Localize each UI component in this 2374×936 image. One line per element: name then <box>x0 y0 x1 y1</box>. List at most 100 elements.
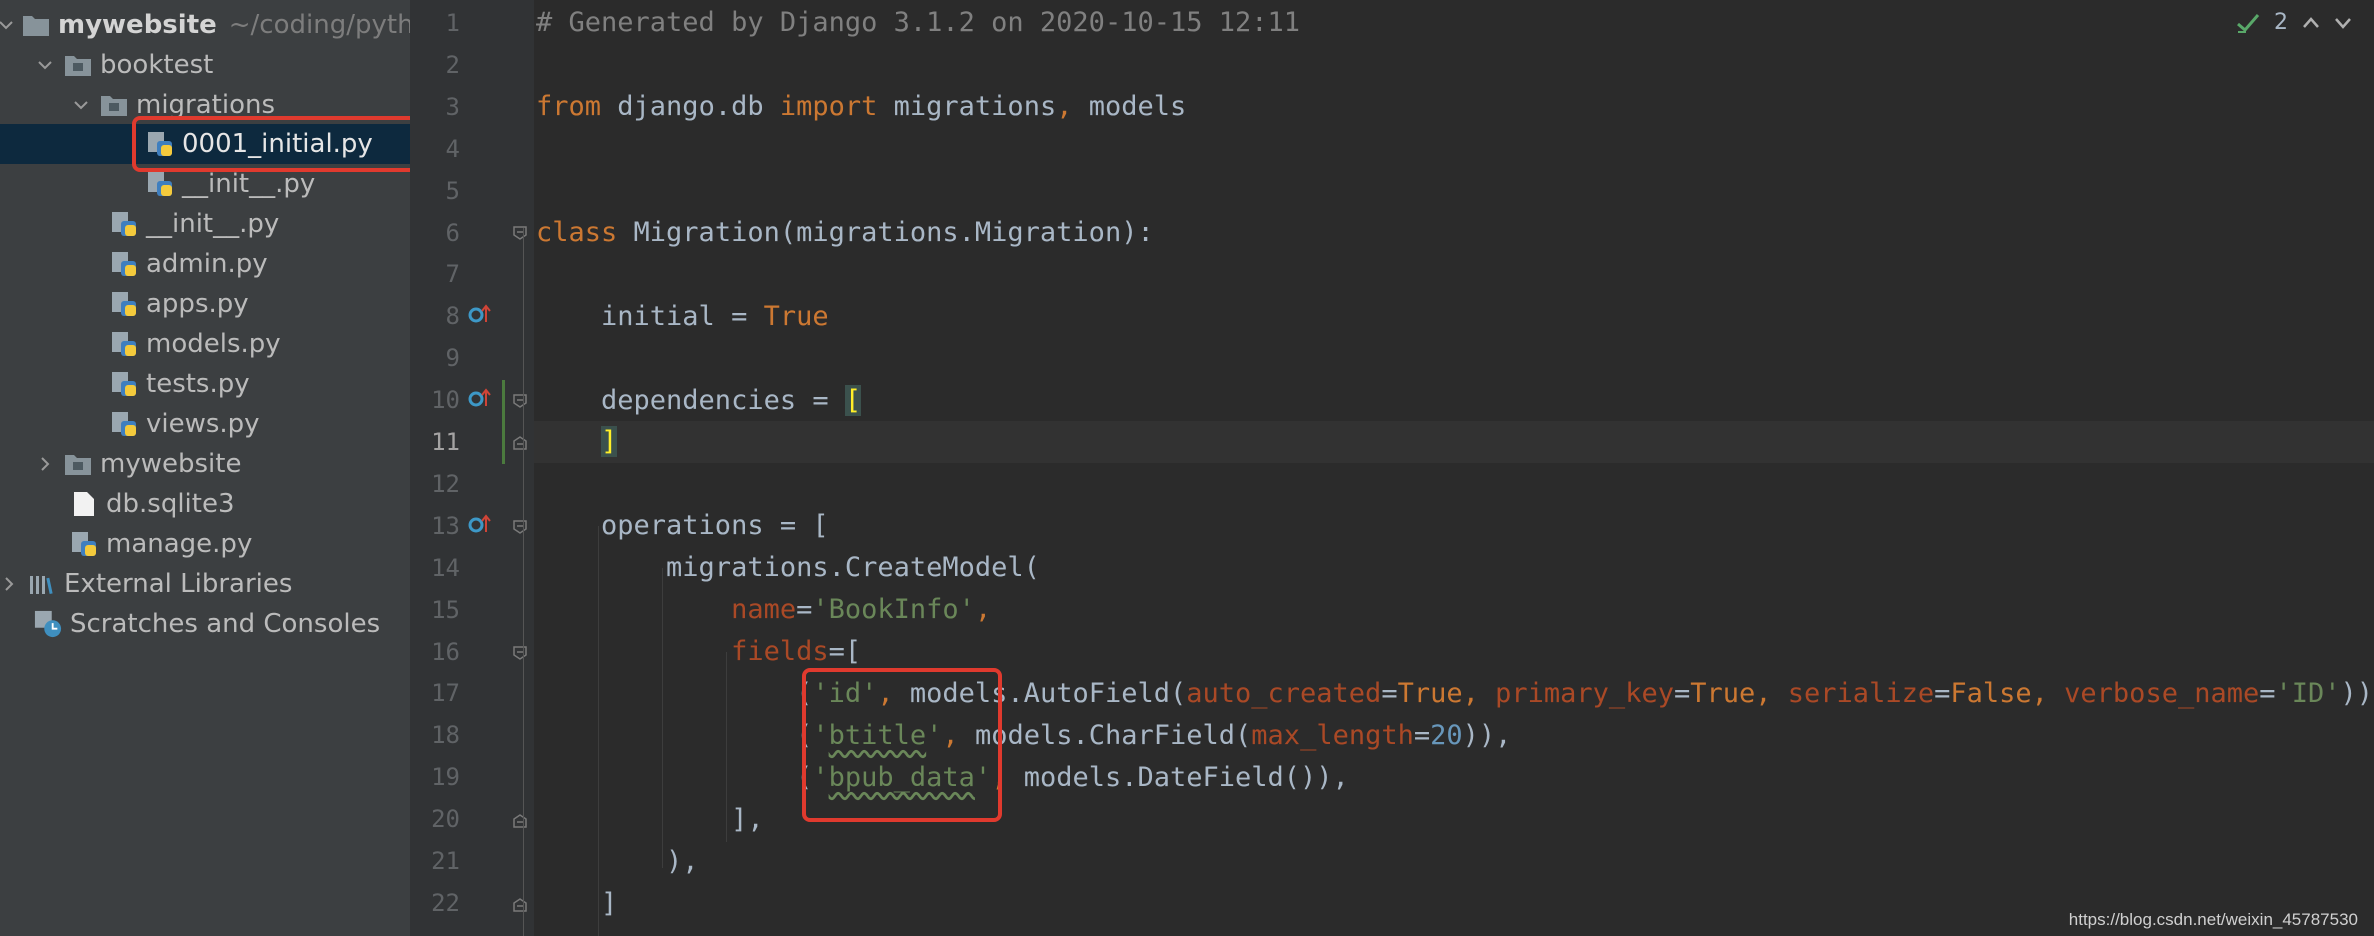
line-number[interactable]: 11 <box>410 421 460 463</box>
line-number[interactable]: 5 <box>410 170 460 212</box>
code-line-8: initial = True <box>536 296 829 338</box>
fold-marker-icon[interactable] <box>513 646 527 660</box>
line-number[interactable]: 9 <box>410 337 460 379</box>
code-line-16: fields=[ <box>536 631 861 673</box>
line-number[interactable]: 4 <box>410 128 460 170</box>
tree-item-external-libraries[interactable]: External Libraries <box>0 564 410 604</box>
chevron-right-icon[interactable] <box>0 573 20 595</box>
code-editor[interactable]: # Generated by Django 3.1.2 on 2020-10-1… <box>534 0 2374 936</box>
editor-gutter: 1 2 3 4 5 6 7 8 9 10 11 12 13 14 15 16 17 18 19 20 21 22 <box>410 0 534 936</box>
line-number[interactable]: 18 <box>410 714 460 756</box>
line-number[interactable]: 14 <box>410 547 460 589</box>
punctuation: , <box>2031 678 2048 709</box>
python-file-icon <box>110 410 138 438</box>
tree-item-db-sqlite3[interactable]: db.sqlite3 <box>0 484 410 524</box>
line-number[interactable]: 17 <box>410 672 460 714</box>
tree-item-label: mywebsite <box>100 449 242 479</box>
keyword: import <box>779 91 878 122</box>
param-name: fields <box>731 636 829 667</box>
keyword: from <box>536 91 602 122</box>
tree-item-scratches[interactable]: Scratches and Consoles <box>0 604 410 644</box>
line-number[interactable]: 8 <box>410 295 460 337</box>
keyword: True <box>763 301 829 332</box>
code-text: = <box>1413 720 1431 751</box>
tree-item-mywebsite-root[interactable]: mywebsite ~/coding/pyth <box>0 5 410 45</box>
param-name: verbose_name <box>2047 678 2260 709</box>
python-file-icon <box>110 210 138 238</box>
code-text: models.DateField()), <box>1007 762 1349 793</box>
keyword: class <box>536 217 618 248</box>
chevron-right-icon[interactable] <box>34 453 56 475</box>
param-name: auto_created <box>1186 678 1382 709</box>
tree-item-views[interactable]: views.py <box>0 404 410 444</box>
python-file-icon <box>110 370 138 398</box>
fold-end-marker-icon[interactable] <box>513 436 527 450</box>
code-line-6: class Migration(migrations.Migration): <box>536 212 1154 254</box>
line-number[interactable]: 3 <box>410 86 460 128</box>
line-number[interactable]: 2 <box>410 44 460 86</box>
fold-end-marker-icon[interactable] <box>513 898 527 912</box>
line-number[interactable]: 20 <box>410 798 460 840</box>
line-number[interactable]: 13 <box>410 505 460 547</box>
tree-item-label: admin.py <box>146 249 268 279</box>
code-line-21: ), <box>536 846 699 877</box>
line-number[interactable]: 12 <box>410 463 460 505</box>
chevron-down-icon[interactable] <box>2334 16 2352 30</box>
punctuation: , <box>1462 678 1479 709</box>
tree-item-manage[interactable]: manage.py <box>0 524 410 564</box>
python-file-icon <box>146 170 174 198</box>
tree-item-path-hint: ~/coding/pyth <box>228 10 410 40</box>
inspection-widget[interactable]: 2 <box>2236 10 2352 35</box>
fold-end-marker-icon[interactable] <box>513 814 527 828</box>
inspection-count: 2 <box>2274 10 2288 35</box>
code-text: =[ <box>828 636 862 667</box>
number-literal: 20 <box>1430 720 1463 751</box>
tree-item-label: mywebsite <box>58 10 217 40</box>
punctuation: , <box>974 594 992 625</box>
tree-item-label: booktest <box>100 50 214 80</box>
code-text: initial = <box>536 301 764 332</box>
line-number[interactable]: 6 <box>410 212 460 254</box>
tree-item-label: External Libraries <box>64 569 293 599</box>
fold-marker-icon[interactable] <box>513 394 527 408</box>
tree-item-apps[interactable]: apps.py <box>0 284 410 324</box>
library-icon <box>28 570 56 598</box>
tree-item-label: models.py <box>146 329 281 359</box>
vcs-change-marker[interactable] <box>502 380 505 464</box>
current-line-highlight <box>534 421 2374 463</box>
line-number[interactable]: 22 <box>410 882 460 924</box>
line-number[interactable]: 1 <box>410 2 460 44</box>
code-text: )), <box>1462 720 1512 751</box>
override-marker-icon[interactable] <box>466 302 492 328</box>
tree-item-mywebsite-package[interactable]: mywebsite <box>0 444 410 484</box>
check-icon[interactable] <box>2236 12 2260 34</box>
chevron-up-icon[interactable] <box>2302 16 2320 30</box>
fold-marker-icon[interactable] <box>513 520 527 534</box>
line-number[interactable]: 16 <box>410 631 460 673</box>
chevron-down-icon[interactable] <box>34 54 56 76</box>
line-number[interactable]: 21 <box>410 840 460 882</box>
line-number[interactable]: 15 <box>410 589 460 631</box>
code-line-13: operations = [ <box>536 510 829 541</box>
matched-bracket: ] <box>601 426 618 457</box>
code-text: )), <box>2340 678 2374 709</box>
code-text: ( <box>536 720 813 751</box>
tree-item-models[interactable]: models.py <box>0 324 410 364</box>
project-tree-panel: mywebsite ~/coding/pyth booktest migrati… <box>0 0 410 936</box>
chevron-down-icon[interactable] <box>0 14 14 36</box>
code-text: ( <box>536 762 813 793</box>
matched-bracket: [ <box>844 385 862 416</box>
line-number[interactable]: 10 <box>410 379 460 421</box>
line-number[interactable]: 19 <box>410 756 460 798</box>
chevron-down-icon[interactable] <box>70 94 92 116</box>
tree-item-booktest-init[interactable]: __init__.py <box>0 204 410 244</box>
tree-item-booktest[interactable]: booktest <box>0 45 410 85</box>
folder-icon <box>100 91 128 119</box>
override-marker-icon[interactable] <box>466 386 492 412</box>
fold-marker-icon[interactable] <box>513 226 527 240</box>
line-number[interactable]: 7 <box>410 253 460 295</box>
tree-item-tests[interactable]: tests.py <box>0 364 410 404</box>
override-marker-icon[interactable] <box>466 512 492 538</box>
tree-item-admin[interactable]: admin.py <box>0 244 410 284</box>
tree-item-label: __init__.py <box>146 209 280 239</box>
